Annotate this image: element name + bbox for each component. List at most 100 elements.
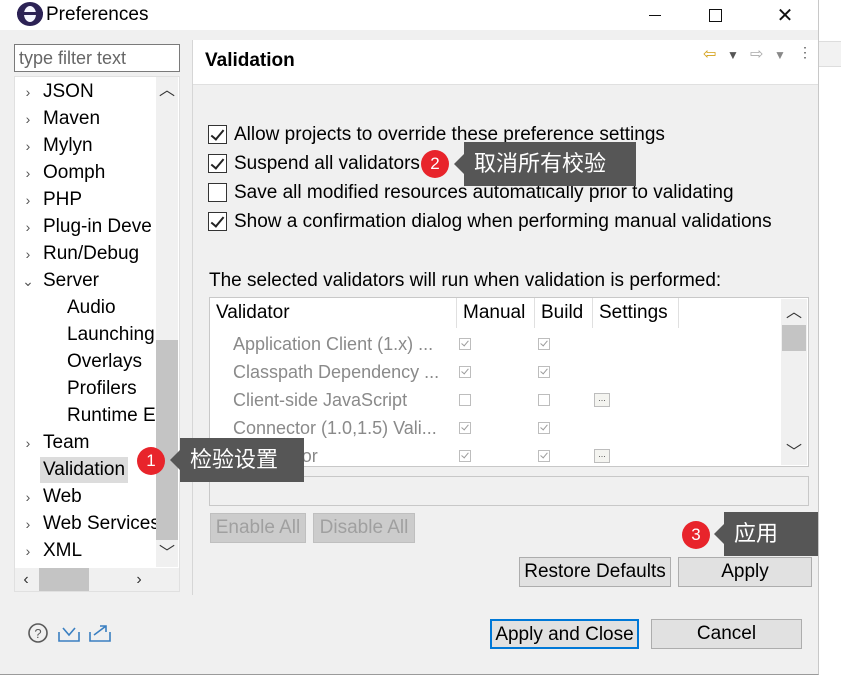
expand-arrow-icon[interactable]: › [19, 484, 37, 510]
expand-arrow-icon[interactable]: › [19, 511, 37, 537]
tree-item-run-debug[interactable]: Run/Debug [43, 241, 139, 267]
column-header-manual[interactable]: Manual [457, 298, 535, 328]
column-header-build[interactable]: Build [535, 298, 593, 328]
manual-checkbox[interactable] [459, 450, 471, 462]
tree-item-runtime-e[interactable]: Runtime E [67, 403, 156, 429]
tree-item-php[interactable]: PHP [43, 187, 82, 213]
table-row[interactable]: Classpath Dependency ... [210, 358, 782, 386]
table-row[interactable]: Application Client (1.x) ... [210, 330, 782, 358]
tree-hscroll-thumb[interactable] [39, 568, 89, 591]
tree-item-maven[interactable]: Maven [43, 106, 100, 132]
build-checkbox[interactable] [538, 366, 550, 378]
background-window-strip [819, 0, 841, 680]
expand-arrow-icon[interactable]: › [19, 538, 37, 564]
tree-scroll-thumb[interactable] [156, 340, 178, 540]
expand-arrow-icon[interactable]: › [19, 133, 37, 159]
apply-button[interactable]: Apply [678, 557, 812, 587]
option-label: Suspend all validators [234, 153, 420, 174]
build-checkbox[interactable] [538, 338, 550, 350]
tree-item-mylyn[interactable]: Mylyn [43, 133, 93, 159]
scroll-right-icon[interactable]: › [128, 569, 150, 591]
back-menu-icon[interactable]: ▼ [727, 48, 739, 62]
validators-caption: The selected validators will run when va… [209, 270, 722, 291]
export-icon[interactable] [88, 622, 112, 644]
window-title: Preferences [46, 4, 149, 25]
tree-item-profilers[interactable]: Profilers [67, 376, 137, 402]
close-button[interactable]: ✕ [755, 0, 815, 30]
build-checkbox[interactable] [538, 450, 550, 462]
build-checkbox[interactable] [538, 422, 550, 434]
tree-item-overlays[interactable]: Overlays [67, 349, 142, 375]
cancel-button[interactable]: Cancel [651, 619, 802, 649]
view-menu-icon[interactable]: ⋮ [798, 44, 812, 61]
manual-checkbox[interactable] [459, 366, 471, 378]
minimize-button[interactable] [625, 0, 685, 30]
option-checkbox[interactable] [208, 154, 227, 173]
annotation-badge-2: 2 [421, 150, 449, 178]
manual-checkbox[interactable] [459, 422, 471, 434]
svg-text:?: ? [34, 626, 41, 641]
help-icon[interactable]: ? [27, 622, 51, 644]
page-title: Validation [205, 50, 295, 71]
annotation-badge-3: 3 [682, 521, 710, 549]
manual-checkbox[interactable] [459, 338, 471, 350]
annotation-badge-1: 1 [137, 447, 165, 475]
scroll-down-icon[interactable]: ﹀ [156, 543, 178, 565]
settings-ellipsis-button[interactable]: ... [594, 449, 610, 463]
scroll-up-icon[interactable]: ︿ [156, 80, 178, 102]
settings-ellipsis-button[interactable]: ... [594, 393, 610, 407]
enable-all-button[interactable]: Enable All [210, 513, 306, 543]
restore-defaults-button[interactable]: Restore Defaults [519, 557, 671, 587]
collapse-arrow-icon[interactable]: ⌄ [19, 268, 37, 294]
close-icon: ✕ [776, 4, 794, 27]
option-label: Show a confirmation dialog when performi… [234, 211, 772, 232]
expand-arrow-icon[interactable]: › [19, 79, 37, 105]
tree-item-plug-in-deve[interactable]: Plug-in Deve [43, 214, 152, 240]
scroll-left-icon[interactable]: ‹ [15, 569, 37, 591]
option-checkbox[interactable] [208, 212, 227, 231]
tree-item-xml[interactable]: XML [43, 538, 82, 564]
expand-arrow-icon[interactable]: › [19, 160, 37, 186]
forward-menu-icon[interactable]: ▼ [774, 48, 786, 62]
option-checkbox[interactable] [208, 183, 227, 202]
eclipse-icon [17, 2, 43, 26]
maximize-icon [708, 8, 722, 22]
forward-arrow-icon[interactable]: ⇨ [750, 44, 763, 64]
pane-divider [192, 40, 193, 595]
build-checkbox[interactable] [538, 394, 550, 406]
option-checkbox[interactable] [208, 125, 227, 144]
tree-item-team[interactable]: Team [43, 430, 89, 456]
maximize-button[interactable] [685, 0, 745, 30]
validator-name: Application Client (1.x) ... [233, 334, 434, 354]
apply-and-close-button[interactable]: Apply and Close [490, 619, 639, 649]
tree-item-validation[interactable]: Validation [40, 457, 129, 483]
title-bar: Preferences ✕ [0, 0, 818, 30]
tree-item-json[interactable]: JSON [43, 79, 94, 105]
disable-all-button[interactable]: Disable All [313, 513, 415, 543]
validator-name: Client-side JavaScript [233, 390, 408, 410]
tree-item-launching[interactable]: Launching [67, 322, 155, 348]
column-header-validator[interactable]: Validator [210, 298, 457, 328]
expand-arrow-icon[interactable]: › [19, 106, 37, 132]
column-header-settings[interactable]: Settings [593, 298, 679, 328]
import-icon[interactable] [57, 622, 81, 644]
table-scroll-up-icon[interactable]: ︿ [783, 302, 805, 324]
table-scroll-down-icon[interactable]: ﹀ [783, 442, 805, 464]
tree-item-web[interactable]: Web [43, 484, 82, 510]
annotation-callout-2: 取消所有校验 [454, 142, 636, 186]
back-arrow-icon[interactable]: ⇦ [703, 44, 716, 64]
annotation-callout-1: 检验设置 [170, 438, 304, 482]
tree-item-audio[interactable]: Audio [67, 295, 116, 321]
expand-arrow-icon[interactable]: › [19, 241, 37, 267]
filter-input[interactable]: type filter text [14, 44, 180, 72]
expand-arrow-icon[interactable]: › [19, 430, 37, 456]
expand-arrow-icon[interactable]: › [19, 187, 37, 213]
table-row[interactable]: Client-side JavaScript... [210, 386, 782, 414]
table-scroll-thumb[interactable] [782, 325, 806, 351]
tree-item-web-services[interactable]: Web Services [43, 511, 160, 537]
tree-item-server[interactable]: Server [43, 268, 99, 294]
manual-checkbox[interactable] [459, 394, 471, 406]
expand-arrow-icon[interactable]: › [19, 214, 37, 240]
validator-name: Classpath Dependency ... [233, 362, 440, 382]
tree-item-oomph[interactable]: Oomph [43, 160, 105, 186]
